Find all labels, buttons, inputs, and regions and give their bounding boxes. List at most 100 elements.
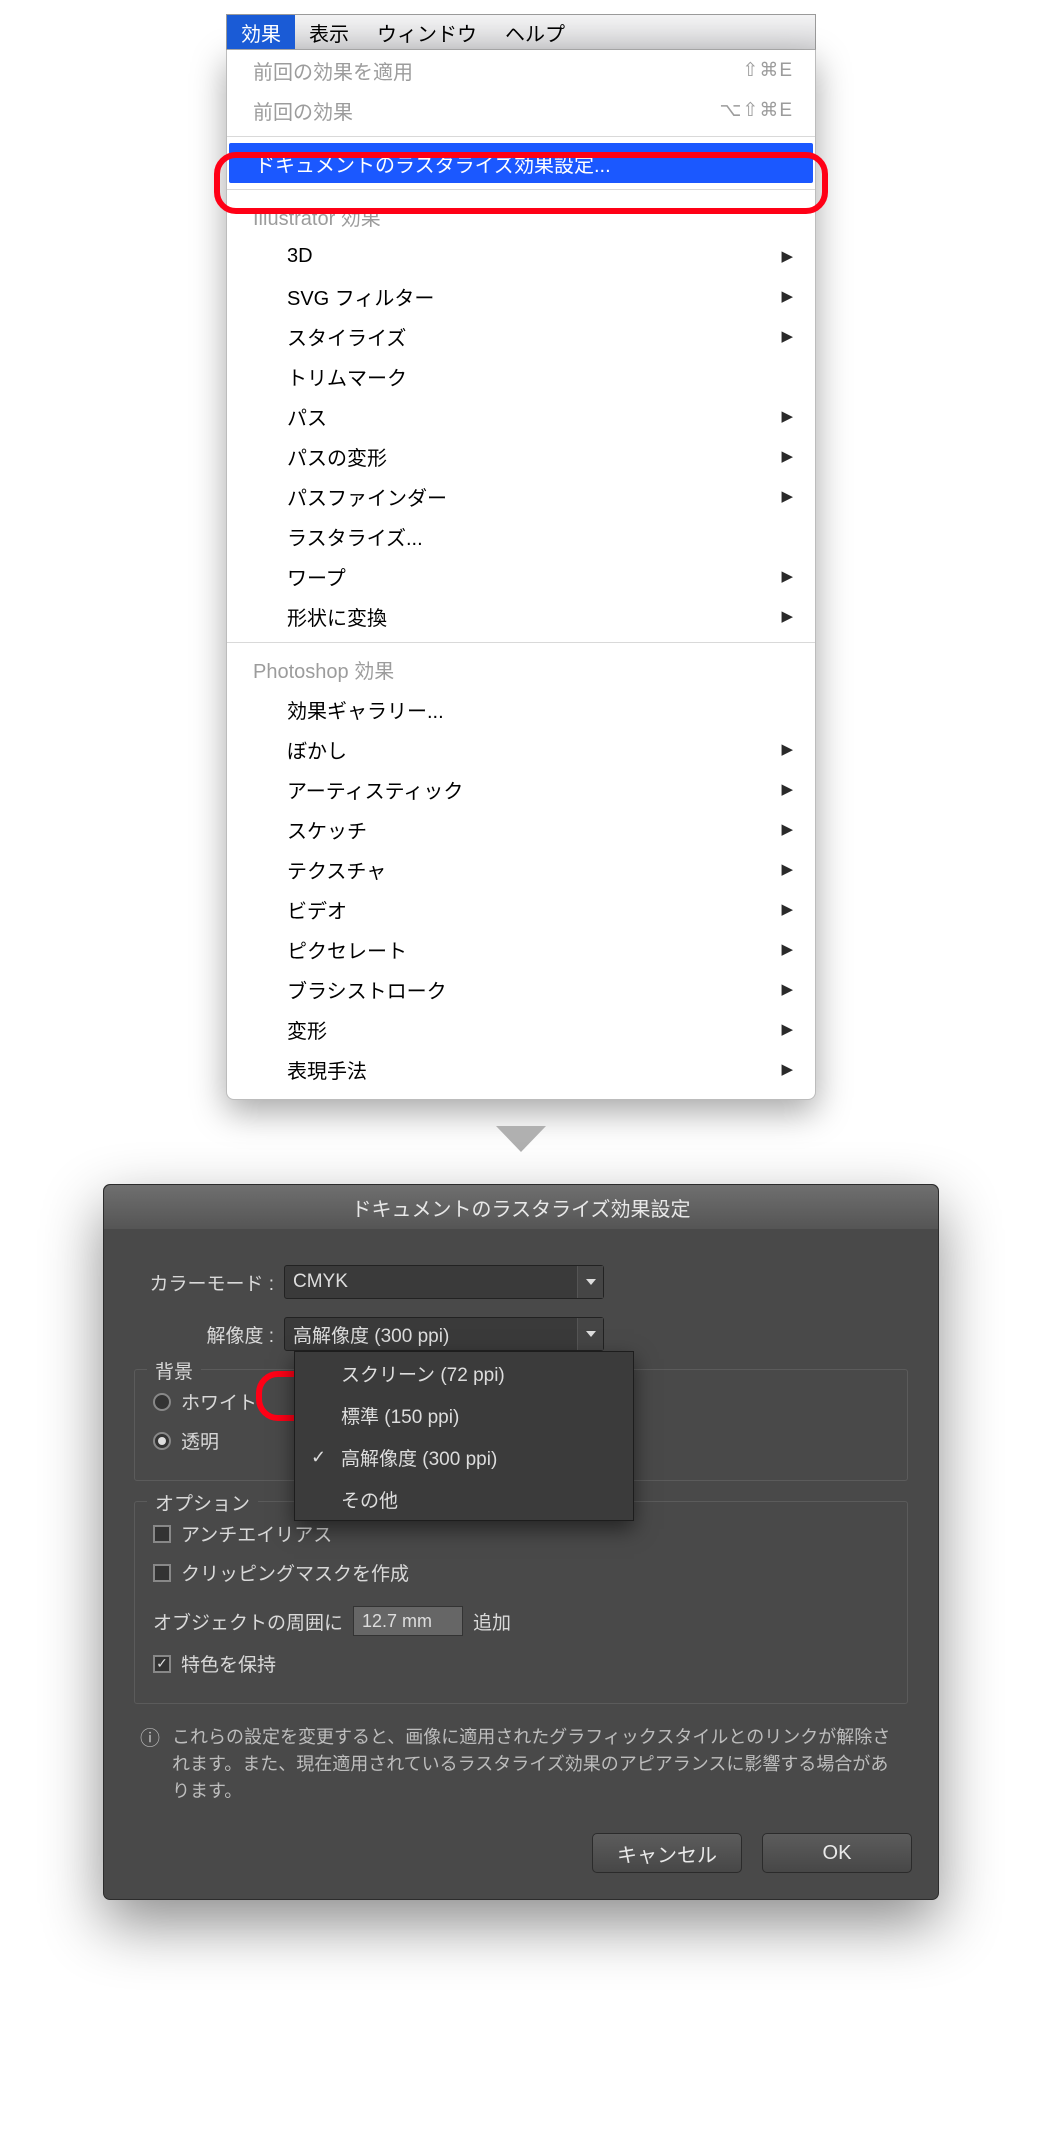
submenu-arrow-icon: ▶ <box>781 287 793 305</box>
menu-item[interactable]: ビデオ ▶ <box>227 889 815 929</box>
submenu-arrow-icon: ▶ <box>781 940 793 958</box>
separator <box>227 642 815 643</box>
menu-item-label: 前回の効果 <box>253 96 720 125</box>
submenu-arrow-icon: ▶ <box>781 1060 793 1078</box>
menu-item[interactable]: 3D ▶ <box>227 236 815 276</box>
menu-item[interactable]: 効果ギャラリー... <box>227 689 815 729</box>
submenu-arrow-icon: ▶ <box>781 740 793 758</box>
color-mode-value: CMYK <box>293 1271 348 1293</box>
check-clipping-mask[interactable]: クリッピングマスクを作成 <box>153 1559 889 1586</box>
down-arrow-icon <box>496 1126 546 1156</box>
menu-item[interactable]: テクスチャ▶ <box>227 849 815 889</box>
options-label: オプション <box>147 1489 258 1516</box>
menu-item-label: 変形 <box>287 1015 771 1044</box>
ok-button[interactable]: OK <box>762 1833 912 1873</box>
submenu-arrow-icon: ▶ <box>781 327 793 345</box>
field-color-mode: カラーモード : CMYK <box>134 1265 908 1299</box>
dropdown-caret-icon <box>577 1266 603 1298</box>
submenu-arrow-icon: ▶ <box>781 860 793 878</box>
separator <box>227 136 815 137</box>
margin-label-post: 追加 <box>473 1608 511 1635</box>
background-label: 背景 <box>147 1357 201 1384</box>
resolution-value: 高解像度 (300 ppi) <box>293 1321 449 1348</box>
menu-item[interactable]: パスファインダー▶ <box>227 476 815 516</box>
resolution-select[interactable]: 高解像度 (300 ppi) <box>284 1317 604 1351</box>
color-mode-label: カラーモード : <box>134 1269 284 1296</box>
menu-item-label: スタイライズ <box>287 322 771 351</box>
menu-item[interactable]: 形状に変換 ▶ <box>227 596 815 636</box>
info-text: これらの設定を変更すると、画像に適用されたグラフィックスタイルとのリンクが解除さ… <box>172 1724 902 1805</box>
margin-label-pre: オブジェクトの周囲に <box>153 1608 343 1635</box>
shortcut: ⇧⌘E <box>742 59 793 82</box>
checkbox-label: アンチエイリアス <box>181 1520 332 1547</box>
menu-item-label: パスの変形 <box>287 442 771 471</box>
submenu-arrow-icon: ▶ <box>781 1020 793 1038</box>
check-preserve-spot[interactable]: ✓ 特色を保持 <box>153 1650 889 1677</box>
check-antialias[interactable]: アンチエイリアス <box>153 1520 889 1547</box>
menu-item-label: 効果ギャラリー... <box>287 695 793 724</box>
menu-item[interactable]: ピクセレート▶ <box>227 929 815 969</box>
submenu-arrow-icon: ▶ <box>781 900 793 918</box>
checkbox-label: 特色を保持 <box>181 1650 276 1677</box>
menu-item[interactable]: ぼかし▶ <box>227 729 815 769</box>
menubar-item-effects[interactable]: 効果 <box>227 15 295 49</box>
menu-item[interactable]: ラスタライズ... <box>227 516 815 556</box>
menu-item[interactable]: スケッチ▶ <box>227 809 815 849</box>
menubar-item-help[interactable]: ヘルプ <box>491 15 579 49</box>
rasterize-settings-dialog: ドキュメントのラスタライズ効果設定 カラーモード : CMYK 解像度 : 高解… <box>103 1184 939 1900</box>
resolution-option-300[interactable]: 高解像度 (300 ppi) <box>295 1436 633 1478</box>
shortcut: ⌥⇧⌘E <box>720 99 794 122</box>
radio-icon <box>153 1393 171 1411</box>
resolution-option-150[interactable]: 標準 (150 ppi) <box>295 1394 633 1436</box>
section-photoshop: Photoshop 効果 <box>227 649 815 689</box>
menu-item[interactable]: トリムマーク <box>227 356 815 396</box>
submenu-arrow-icon: ▶ <box>781 780 793 798</box>
menu-item-label: トリムマーク <box>287 362 793 391</box>
resolution-option-72[interactable]: スクリーン (72 ppi) <box>295 1352 633 1394</box>
info-note: ⓘ これらの設定を変更すると、画像に適用されたグラフィックスタイルとのリンクが解… <box>134 1704 908 1813</box>
menu-item-label: ワープ <box>287 562 771 591</box>
menu-item-label: パスファインダー <box>287 482 771 511</box>
effects-menu-body: 前回の効果を適用 ⇧⌘E 前回の効果 ⌥⇧⌘E ドキュメントのラスタライズ効果設… <box>226 50 816 1100</box>
menu-item[interactable]: ブラシストローク▶ <box>227 969 815 1009</box>
submenu-arrow-icon: ▶ <box>781 607 793 625</box>
menu-item-label: ラスタライズ... <box>287 522 793 551</box>
menu-item-rasterize-settings[interactable]: ドキュメントのラスタライズ効果設定... <box>229 143 813 183</box>
menu-item-label: 3D <box>287 245 771 268</box>
color-mode-select[interactable]: CMYK <box>284 1265 604 1299</box>
dropdown-caret-icon <box>577 1318 603 1350</box>
submenu-arrow-icon: ▶ <box>781 247 793 265</box>
menu-item-label: 形状に変換 <box>287 602 771 631</box>
menu-item[interactable]: パスの変形 ▶ <box>227 436 815 476</box>
menu-item[interactable]: アーティスティック ▶ <box>227 769 815 809</box>
group-options: オプション アンチエイリアス クリッピングマスクを作成 オブジェクトの周囲に 追… <box>134 1501 908 1704</box>
resolution-label: 解像度 : <box>134 1321 284 1348</box>
info-icon: ⓘ <box>140 1724 160 1805</box>
cancel-button[interactable]: キャンセル <box>592 1833 742 1873</box>
radio-label: 透明 <box>181 1427 219 1454</box>
menu-item-label: ビデオ <box>287 895 771 924</box>
checkbox-label: クリッピングマスクを作成 <box>181 1559 409 1586</box>
field-margin: オブジェクトの周囲に 追加 <box>153 1606 511 1636</box>
submenu-arrow-icon: ▶ <box>781 447 793 465</box>
menubar-item-window[interactable]: ウィンドウ <box>363 15 491 49</box>
menu-item[interactable]: スタイライズ ▶ <box>227 316 815 356</box>
menu-item[interactable]: 変形 ▶ <box>227 1009 815 1049</box>
menu-item-last-effect: 前回の効果 ⌥⇧⌘E <box>227 90 815 130</box>
dialog-title: ドキュメントのラスタライズ効果設定 <box>104 1185 938 1229</box>
menu-item-label: アーティスティック <box>287 775 771 804</box>
resolution-dropdown: スクリーン (72 ppi) 標準 (150 ppi) 高解像度 (300 pp… <box>294 1351 634 1521</box>
dialog-buttons: キャンセル OK <box>104 1823 938 1899</box>
menu-item-label: ブラシストローク <box>287 975 771 1004</box>
menu-item-label: SVG フィルター <box>287 282 771 311</box>
radio-label: ホワイト <box>181 1388 257 1415</box>
menu-item[interactable]: 表現手法▶ <box>227 1049 815 1089</box>
menubar-item-view[interactable]: 表示 <box>295 15 363 49</box>
margin-input[interactable] <box>353 1606 463 1636</box>
submenu-arrow-icon: ▶ <box>781 820 793 838</box>
menu-item[interactable]: パス▶ <box>227 396 815 436</box>
menu-item[interactable]: SVG フィルター ▶ <box>227 276 815 316</box>
menu-item[interactable]: ワープ▶ <box>227 556 815 596</box>
resolution-option-other[interactable]: その他 <box>295 1478 633 1520</box>
menu-item-label: ドキュメントのラスタライズ効果設定... <box>255 149 791 178</box>
